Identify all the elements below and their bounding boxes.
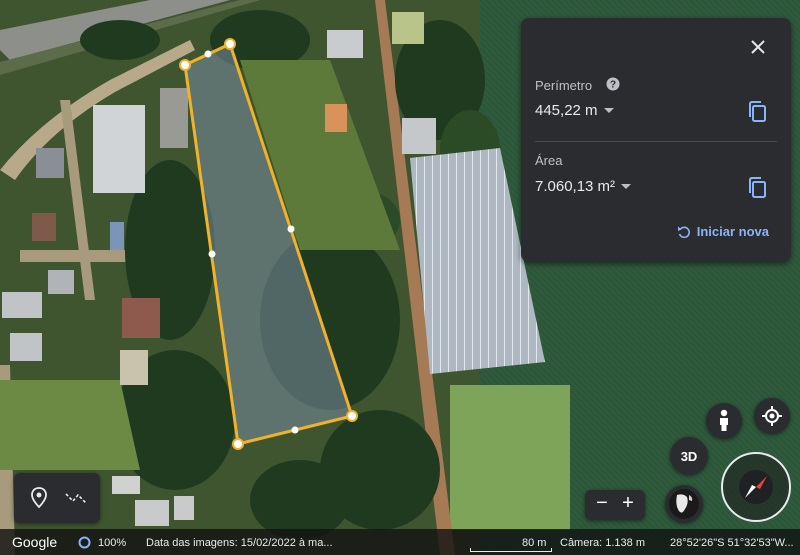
- draw-path-icon[interactable]: [64, 489, 88, 507]
- area-value: 7.060,13 m²: [535, 178, 616, 195]
- restart-icon: [677, 226, 690, 238]
- scale-bar: [470, 548, 552, 552]
- loading-ring-icon: [78, 536, 91, 549]
- 3d-toggle-button[interactable]: 3D: [670, 437, 708, 475]
- 3d-label: 3D: [680, 448, 698, 464]
- divider: [535, 141, 777, 142]
- place-marker-icon[interactable]: [30, 487, 48, 509]
- close-icon[interactable]: [745, 34, 771, 60]
- polygon-midpoint[interactable]: [287, 225, 295, 233]
- area-label: Área: [535, 153, 563, 168]
- svg-text:?: ?: [610, 80, 616, 91]
- help-icon[interactable]: ?: [606, 77, 620, 91]
- perimeter-label: Perímetro: [535, 78, 593, 93]
- zoom-out-button[interactable]: −: [591, 492, 613, 515]
- my-location-icon: [762, 406, 782, 426]
- zoom-in-button[interactable]: +: [617, 492, 639, 515]
- tool-toolbar: [14, 473, 100, 523]
- start-new-button[interactable]: Iniciar nova: [677, 224, 769, 239]
- polygon-vertex[interactable]: [346, 410, 358, 422]
- pegman-icon: [720, 409, 728, 431]
- polygon-vertex[interactable]: [179, 59, 191, 71]
- polygon-vertex[interactable]: [224, 38, 236, 50]
- compass-icon: [739, 470, 773, 504]
- start-new-label: Iniciar nova: [696, 224, 769, 239]
- google-logo: Google: [12, 534, 58, 550]
- polygon-vertex[interactable]: [232, 438, 244, 450]
- street-view-button[interactable]: [706, 403, 742, 439]
- dropdown-arrow-icon: [603, 107, 614, 113]
- polygon-midpoint[interactable]: [291, 426, 299, 434]
- dropdown-arrow-icon: [621, 183, 632, 189]
- copy-perimeter-icon[interactable]: [747, 100, 769, 124]
- camera-altitude: Câmera: 1.138 m: [560, 537, 645, 549]
- coordinates: 28°52'26"S 51°32'53"W...: [670, 537, 794, 549]
- copy-area-icon[interactable]: [747, 176, 769, 200]
- polygon-midpoint[interactable]: [208, 250, 216, 258]
- compass[interactable]: [721, 452, 791, 522]
- globe-icon: [669, 489, 699, 519]
- status-bar: Google 100% Data das imagens: 15/02/2022…: [0, 529, 800, 555]
- area-unit-dropdown[interactable]: 7.060,13 m²: [535, 178, 632, 195]
- load-percent: 100%: [98, 537, 127, 549]
- globe-view-button[interactable]: [665, 485, 703, 523]
- green-field: [450, 385, 570, 530]
- zoom-controls: − +: [585, 490, 645, 520]
- my-location-button[interactable]: [754, 398, 790, 434]
- imagery-date[interactable]: Data das imagens: 15/02/2022 à ma...: [146, 537, 333, 549]
- perimeter-value: 445,22 m: [535, 102, 598, 119]
- measure-panel: Perímetro ? 445,22 m Área 7.060,13 m² In…: [521, 18, 791, 262]
- perimeter-unit-dropdown[interactable]: 445,22 m: [535, 102, 614, 119]
- polygon-midpoint[interactable]: [204, 50, 212, 58]
